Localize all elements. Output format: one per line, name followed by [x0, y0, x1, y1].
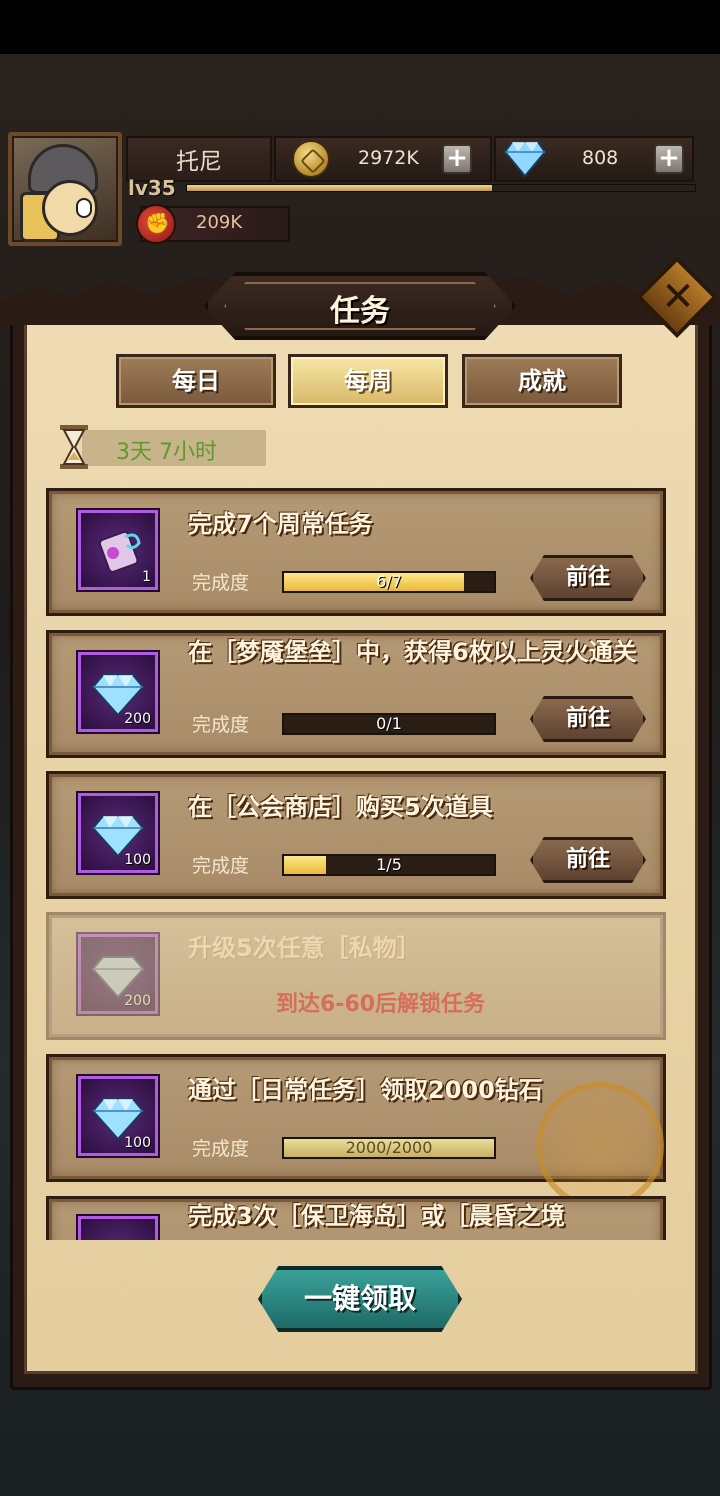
- tab-achievements[interactable]: 成就: [462, 354, 622, 408]
- gold-coin-icon: [292, 140, 330, 178]
- claim-all-button[interactable]: 一键领取: [258, 1266, 462, 1332]
- task-title: 在［公会商店］购买5次道具: [188, 793, 493, 821]
- player-avatar[interactable]: [8, 132, 122, 246]
- reward-count: 100: [124, 1135, 151, 1151]
- reward-slot[interactable]: 100: [78, 793, 158, 873]
- xp-bar: [186, 184, 696, 192]
- close-icon[interactable]: ✕: [660, 274, 696, 320]
- task-title: 完成3次［保卫海岛］或［晨昏之境: [188, 1202, 565, 1230]
- reward-slot: [78, 1216, 158, 1240]
- progress-bar: 0/1: [282, 713, 496, 735]
- go-button[interactable]: 前往: [530, 696, 646, 742]
- hourglass-icon: [60, 425, 88, 469]
- diamond-icon: [504, 141, 546, 178]
- combat-power: 209K: [196, 212, 243, 233]
- reward-count: 200: [124, 711, 151, 727]
- progress-bar: 6/7: [282, 571, 496, 593]
- progress-text: 6/7: [376, 572, 402, 591]
- diamond-amount: 808: [582, 147, 619, 169]
- panel-title: 任务: [330, 294, 390, 329]
- reward-count: 100: [124, 852, 151, 868]
- gold-amount: 2972K: [358, 147, 419, 169]
- go-button[interactable]: 前往: [530, 837, 646, 883]
- player-name: 托尼: [176, 149, 222, 175]
- progress-label: 完成度: [192, 1138, 250, 1160]
- add-diamond-button[interactable]: +: [654, 144, 684, 174]
- tab-daily[interactable]: 每日: [116, 354, 276, 408]
- task-title: 升级5次任意［私物］: [188, 934, 421, 962]
- player-level: lv35: [128, 176, 176, 200]
- add-gold-button[interactable]: +: [442, 144, 472, 174]
- progress-bar: 2000/2000: [282, 1137, 496, 1159]
- task-title: 完成7个周常任务: [188, 510, 373, 538]
- reward-slot: 200: [78, 934, 158, 1014]
- progress-label: 完成度: [192, 855, 250, 877]
- task-card-partial: 完成3次［保卫海岛］或［晨昏之境: [46, 1190, 666, 1240]
- progress-bar: 1/5: [282, 854, 496, 876]
- progress-label: 完成度: [192, 714, 250, 736]
- progress-text: 0/1: [376, 714, 402, 733]
- fist-icon: [136, 204, 176, 244]
- reward-count: 1: [142, 569, 151, 585]
- unlock-requirement: 到达6-60后解锁任务: [276, 992, 486, 1017]
- xp-bar-fill: [187, 185, 492, 191]
- progress-text: 2000/2000: [345, 1138, 433, 1157]
- reward-count: 200: [124, 993, 151, 1009]
- reward-slot[interactable]: 1: [78, 510, 158, 590]
- progress-label: 完成度: [192, 572, 250, 594]
- tab-weekly[interactable]: 每周: [288, 354, 448, 408]
- reward-slot[interactable]: 200: [78, 652, 158, 732]
- weekly-timer: 3天 7小时: [116, 440, 217, 465]
- progress-text: 1/5: [376, 855, 402, 874]
- go-button[interactable]: 前往: [530, 555, 646, 601]
- reward-slot: 100: [78, 1076, 158, 1156]
- task-title: 在［梦魇堡垒］中，获得6枚以上灵火通关: [188, 638, 637, 666]
